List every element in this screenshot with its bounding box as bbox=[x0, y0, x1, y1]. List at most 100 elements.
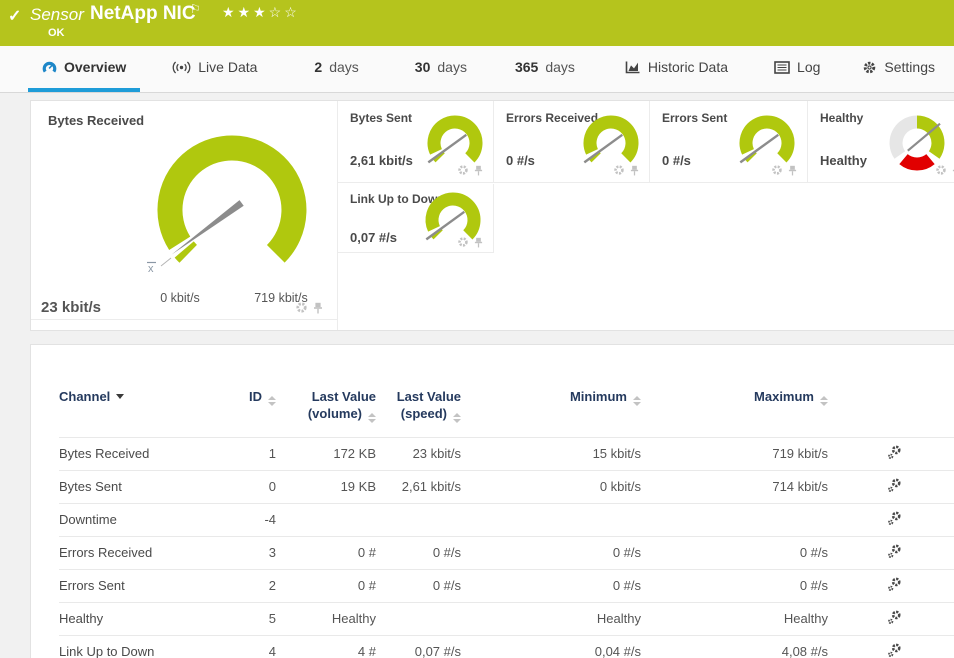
sensor-header: ✓ Sensor NetApp NIC ⚐ ★★★☆☆ OK bbox=[0, 0, 954, 46]
tab-label: Log bbox=[797, 59, 820, 75]
tab-settings[interactable]: Settings bbox=[860, 46, 937, 92]
tab-30-days[interactable]: 30 days bbox=[413, 46, 469, 92]
tab-label: days bbox=[437, 59, 467, 75]
column-header-last-value-speed[interactable]: Last Value (speed) bbox=[376, 345, 461, 437]
last-value-speed bbox=[376, 602, 461, 635]
tab-label: days bbox=[329, 59, 359, 75]
gauge-title: Bytes Sent bbox=[350, 111, 412, 125]
channel-settings-icon[interactable] bbox=[886, 576, 903, 593]
last-value-speed: 23 kbit/s bbox=[376, 437, 461, 470]
channel-gear-icon[interactable] bbox=[771, 164, 783, 176]
tab-number: 2 bbox=[314, 59, 322, 75]
tab-historic-data[interactable]: Historic Data bbox=[623, 46, 730, 92]
prtg-sensor-page: ✓ Sensor NetApp NIC ⚐ ★★★☆☆ OK Overview … bbox=[0, 0, 954, 658]
channel-table: Channel ID Last Value (volume) Last Valu… bbox=[59, 345, 954, 658]
pin-icon[interactable] bbox=[630, 165, 639, 176]
gauge-card-healthy[interactable]: Healthy Healthy bbox=[808, 101, 954, 183]
gauge-card-link-up-to-down[interactable]: Link Up to Down 0,07 #/s bbox=[338, 184, 494, 253]
maximum-value: 719 kbit/s bbox=[641, 437, 828, 470]
column-header-minimum[interactable]: Minimum bbox=[461, 345, 641, 437]
gauge-card-errors-received[interactable]: Errors Received 0 #/s bbox=[494, 101, 650, 183]
channel-settings-icon[interactable] bbox=[886, 543, 903, 560]
channel-gear-icon[interactable] bbox=[613, 164, 625, 176]
channel-name: Downtime bbox=[59, 503, 219, 536]
minimum-value: 0 #/s bbox=[461, 536, 641, 569]
pin-icon[interactable] bbox=[474, 165, 483, 176]
last-value-speed bbox=[376, 503, 461, 536]
last-value-speed: 2,61 kbit/s bbox=[376, 470, 461, 503]
flag-icon[interactable]: ⚐ bbox=[190, 2, 201, 16]
tab-2-days[interactable]: 2 days bbox=[312, 46, 360, 92]
tab-live-data[interactable]: Live Data bbox=[170, 46, 259, 92]
column-header-channel[interactable]: Channel bbox=[59, 345, 219, 437]
table-row[interactable]: Link Up to Down 4 4 # 0,07 #/s 0,04 #/s … bbox=[59, 635, 954, 658]
minimum-value: 0,04 #/s bbox=[461, 635, 641, 658]
overview-gauges-panel: Bytes Received x 0 kbit/s 719 kbit/s 23 … bbox=[30, 100, 954, 331]
channel-id: 3 bbox=[219, 536, 276, 569]
sort-desc-icon bbox=[116, 394, 124, 399]
channel-id: 5 bbox=[219, 602, 276, 635]
last-value-volume: 0 # bbox=[276, 569, 376, 602]
table-row[interactable]: Bytes Received 1 172 KB 23 kbit/s 15 kbi… bbox=[59, 437, 954, 470]
gear-icon bbox=[862, 60, 877, 75]
column-header-actions bbox=[828, 345, 954, 437]
minimum-value: 15 kbit/s bbox=[461, 437, 641, 470]
gauge-card-bytes-sent[interactable]: Bytes Sent 2,61 kbit/s bbox=[338, 101, 494, 183]
table-row[interactable]: Errors Sent 2 0 # 0 #/s 0 #/s 0 #/s bbox=[59, 569, 954, 602]
channel-gear-icon[interactable] bbox=[935, 164, 947, 176]
gauge-card-bytes-received[interactable]: Bytes Received x 0 kbit/s 719 kbit/s 23 … bbox=[31, 101, 338, 330]
channel-gear-icon[interactable] bbox=[457, 164, 469, 176]
channel-name: Bytes Received bbox=[59, 437, 219, 470]
gauge-value: 0,07 #/s bbox=[350, 230, 397, 245]
gauge-value: 0 #/s bbox=[662, 153, 691, 168]
channel-gear-icon[interactable] bbox=[295, 301, 308, 314]
gauge-icon bbox=[42, 60, 57, 75]
tab-number: 30 bbox=[415, 59, 431, 75]
pin-icon[interactable] bbox=[313, 302, 323, 314]
channel-id: -4 bbox=[219, 503, 276, 536]
average-marker-label: x bbox=[148, 263, 154, 275]
minimum-value: Healthy bbox=[461, 602, 641, 635]
maximum-value bbox=[641, 503, 828, 536]
gauge-card-errors-sent[interactable]: Errors Sent 0 #/s bbox=[650, 101, 808, 183]
tab-label: Live Data bbox=[198, 59, 257, 75]
minimum-value bbox=[461, 503, 641, 536]
channel-gear-icon[interactable] bbox=[457, 236, 469, 248]
gauge-value: Healthy bbox=[820, 153, 867, 168]
channel-settings-icon[interactable] bbox=[886, 510, 903, 527]
pin-icon[interactable] bbox=[474, 237, 483, 248]
column-header-maximum[interactable]: Maximum bbox=[641, 345, 828, 437]
channel-name: Errors Received bbox=[59, 536, 219, 569]
gauge-value: 2,61 kbit/s bbox=[350, 153, 413, 168]
channel-settings-icon[interactable] bbox=[886, 642, 903, 658]
last-value-speed: 0,07 #/s bbox=[376, 635, 461, 658]
channel-settings-icon[interactable] bbox=[886, 609, 903, 626]
channel-settings-icon[interactable] bbox=[886, 477, 903, 494]
maximum-value: 0 #/s bbox=[641, 536, 828, 569]
table-row[interactable]: Healthy 5 Healthy Healthy Healthy bbox=[59, 602, 954, 635]
gauge-min-label: 0 kbit/s bbox=[145, 291, 215, 305]
channel-table-panel: Channel ID Last Value (volume) Last Valu… bbox=[30, 344, 954, 658]
table-row[interactable]: Bytes Sent 0 19 KB 2,61 kbit/s 0 kbit/s … bbox=[59, 470, 954, 503]
tab-365-days[interactable]: 365 days bbox=[513, 46, 577, 92]
table-row[interactable]: Downtime -4 bbox=[59, 503, 954, 536]
column-header-id[interactable]: ID bbox=[219, 345, 276, 437]
column-header-last-value-volume[interactable]: Last Value (volume) bbox=[276, 345, 376, 437]
table-row[interactable]: Errors Received 3 0 # 0 #/s 0 #/s 0 #/s bbox=[59, 536, 954, 569]
last-value-volume: Healthy bbox=[276, 602, 376, 635]
last-value-speed: 0 #/s bbox=[376, 536, 461, 569]
tab-overview[interactable]: Overview bbox=[28, 46, 140, 92]
tab-log[interactable]: Log bbox=[772, 46, 822, 92]
tab-label: days bbox=[545, 59, 575, 75]
gauge-value: 23 kbit/s bbox=[41, 299, 101, 316]
status-badge: OK bbox=[48, 27, 65, 39]
gauge-title: Healthy bbox=[820, 111, 863, 125]
minimum-value: 0 kbit/s bbox=[461, 470, 641, 503]
maximum-value: 4,08 #/s bbox=[641, 635, 828, 658]
priority-stars[interactable]: ★★★☆☆ bbox=[222, 4, 300, 21]
pin-icon[interactable] bbox=[788, 165, 797, 176]
channel-settings-icon[interactable] bbox=[886, 444, 903, 461]
sort-icon bbox=[453, 413, 461, 423]
minimum-value: 0 #/s bbox=[461, 569, 641, 602]
last-value-volume: 172 KB bbox=[276, 437, 376, 470]
